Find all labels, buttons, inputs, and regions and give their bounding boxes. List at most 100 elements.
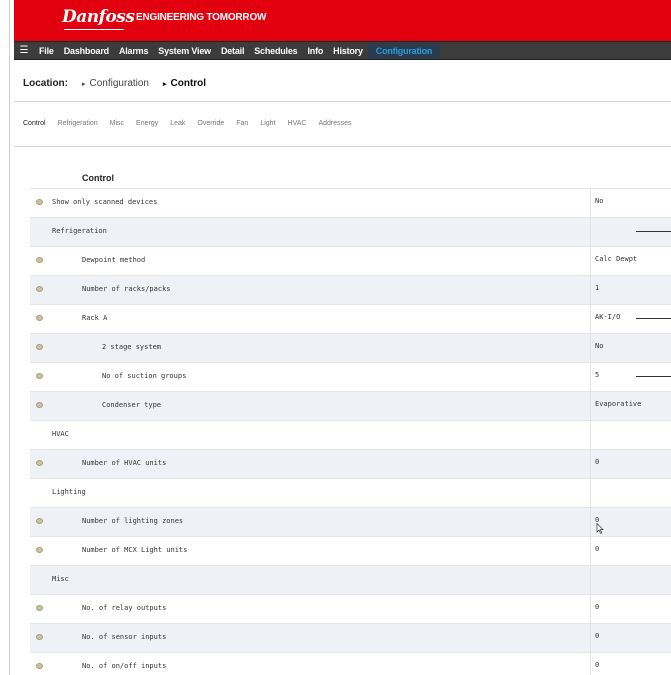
column-divider bbox=[590, 479, 591, 507]
section-row: Misc bbox=[30, 565, 671, 594]
row-value[interactable]: No bbox=[595, 197, 603, 205]
tab-light[interactable]: Light bbox=[260, 120, 275, 127]
row-label: No. of on/off inputs bbox=[82, 662, 167, 670]
row-value[interactable]: 0 bbox=[595, 545, 599, 553]
table-row[interactable]: 2 stage system No bbox=[30, 333, 671, 362]
menu-history[interactable]: History bbox=[328, 46, 368, 56]
menu-schedules[interactable]: Schedules bbox=[249, 46, 302, 56]
main-menu-bar: ☰ File Dashboard Alarms System View Deta… bbox=[14, 41, 671, 60]
divider bbox=[14, 101, 671, 102]
section-row: Refrigeration bbox=[30, 217, 671, 246]
edit-dot-icon[interactable] bbox=[36, 315, 43, 321]
menu-alarms[interactable]: Alarms bbox=[114, 46, 153, 56]
edit-dot-icon[interactable] bbox=[36, 199, 43, 205]
tab-hvac[interactable]: HVAC bbox=[288, 120, 307, 127]
menu-file[interactable]: File bbox=[34, 46, 59, 56]
breadcrumb: Location: ▸ Configuration ▸ Control bbox=[23, 78, 206, 89]
edit-dot-icon[interactable] bbox=[36, 402, 43, 408]
row-label: HVAC bbox=[52, 430, 69, 438]
tab-leak[interactable]: Leak bbox=[170, 120, 185, 127]
row-value[interactable]: Calc Dewpt bbox=[595, 255, 637, 263]
row-label: Dewpoint method bbox=[82, 256, 146, 264]
breadcrumb-control[interactable]: ▸ Control bbox=[163, 78, 206, 89]
table-row[interactable]: Show only scanned devices No bbox=[30, 188, 671, 217]
table-row[interactable]: No of suction groups 5 bbox=[30, 362, 671, 391]
row-value[interactable]: AK-I/O bbox=[595, 313, 620, 321]
row-value[interactable]: 0 bbox=[595, 458, 599, 466]
hamburger-menu-icon[interactable]: ☰ bbox=[14, 45, 34, 56]
menu-detail[interactable]: Detail bbox=[216, 46, 249, 56]
row-value[interactable]: No bbox=[595, 342, 603, 350]
column-divider bbox=[590, 218, 591, 246]
table-row[interactable]: Condenser type Evaporative bbox=[30, 391, 671, 420]
chevron-right-icon: ▸ bbox=[163, 81, 167, 88]
tab-override[interactable]: Override bbox=[197, 120, 224, 127]
row-value[interactable]: 0 bbox=[595, 603, 599, 611]
row-label: Number of HVAC units bbox=[82, 459, 167, 467]
table-row[interactable]: No. of on/off inputs 0 bbox=[30, 652, 671, 675]
row-value[interactable]: 0 bbox=[595, 661, 599, 669]
column-divider bbox=[590, 450, 591, 478]
edit-dot-icon[interactable] bbox=[36, 286, 43, 292]
section-row: Lighting bbox=[30, 478, 671, 507]
tab-fan[interactable]: Fan bbox=[236, 120, 248, 127]
menu-dashboard[interactable]: Dashboard bbox=[59, 46, 114, 56]
row-label: No of suction groups bbox=[102, 372, 187, 380]
danfoss-logo: Danfoss bbox=[62, 7, 135, 27]
row-label: Condenser type bbox=[102, 401, 162, 409]
table-row[interactable]: Number of HVAC units 0 bbox=[30, 449, 671, 478]
tab-misc[interactable]: Misc bbox=[110, 120, 124, 127]
column-divider bbox=[590, 247, 591, 275]
tab-addresses[interactable]: Addresses bbox=[318, 120, 351, 127]
table-row[interactable]: Number of lighting zones 0 bbox=[30, 507, 671, 536]
edit-dot-icon[interactable] bbox=[36, 373, 43, 379]
edit-dot-icon[interactable] bbox=[36, 344, 43, 350]
menu-configuration[interactable]: Configuration bbox=[367, 42, 441, 59]
row-value[interactable]: 5 bbox=[595, 371, 599, 379]
table-row[interactable]: Dewpoint method Calc Dewpt bbox=[30, 246, 671, 275]
column-divider bbox=[590, 537, 591, 565]
column-divider bbox=[590, 595, 591, 623]
table-row[interactable]: No. of sensor inputs 0 bbox=[30, 623, 671, 652]
table-row[interactable]: No. of relay outputs 0 bbox=[30, 594, 671, 623]
row-value[interactable]: 1 bbox=[595, 284, 599, 292]
edit-dot-icon[interactable] bbox=[36, 547, 43, 553]
row-label: Show only scanned devices bbox=[52, 198, 158, 206]
column-divider bbox=[590, 334, 591, 362]
edit-dot-icon[interactable] bbox=[36, 605, 43, 611]
edit-dot-icon[interactable] bbox=[36, 634, 43, 640]
table-row[interactable]: Rack A AK-I/O bbox=[30, 304, 671, 333]
tab-control[interactable]: Control bbox=[23, 120, 46, 127]
edit-dot-icon[interactable] bbox=[36, 663, 43, 669]
table-row[interactable]: Number of racks/packs 1 bbox=[30, 275, 671, 304]
column-divider bbox=[590, 421, 591, 449]
row-value[interactable]: Evaporative bbox=[595, 400, 641, 408]
table-row[interactable]: Number of MCX Light units 0 bbox=[30, 536, 671, 565]
row-value[interactable]: 0 bbox=[595, 632, 599, 640]
menu-info[interactable]: Info bbox=[302, 46, 328, 56]
edit-dot-icon[interactable] bbox=[36, 257, 43, 263]
edit-dot-icon[interactable] bbox=[36, 518, 43, 524]
column-divider bbox=[590, 624, 591, 652]
menu-system-view[interactable]: System View bbox=[153, 46, 216, 56]
column-divider bbox=[590, 276, 591, 304]
row-label: 2 stage system bbox=[102, 343, 162, 351]
chevron-right-icon: ▸ bbox=[82, 81, 86, 88]
column-divider bbox=[590, 363, 591, 391]
config-tabs: Control Refrigeration Misc Energy Leak O… bbox=[23, 120, 364, 127]
column-divider bbox=[590, 508, 591, 536]
breadcrumb-configuration[interactable]: ▸ Configuration bbox=[82, 78, 149, 89]
tab-energy[interactable]: Energy bbox=[136, 120, 158, 127]
connector-line bbox=[636, 318, 671, 319]
tab-refrigeration[interactable]: Refrigeration bbox=[58, 120, 98, 127]
row-label: Refrigeration bbox=[52, 227, 107, 235]
row-label: Rack A bbox=[82, 314, 108, 322]
table-rows: Show only scanned devices No Refrigeration… bbox=[30, 188, 671, 675]
row-label: No. of relay outputs bbox=[82, 604, 167, 612]
column-divider bbox=[590, 305, 591, 333]
column-divider bbox=[590, 653, 591, 675]
app-header: Danfoss ENGINEERING TOMORROW bbox=[14, 0, 671, 41]
config-table: Control Show only scanned devices No Refri… bbox=[30, 166, 671, 675]
connector-line bbox=[636, 376, 671, 377]
edit-dot-icon[interactable] bbox=[36, 460, 43, 466]
